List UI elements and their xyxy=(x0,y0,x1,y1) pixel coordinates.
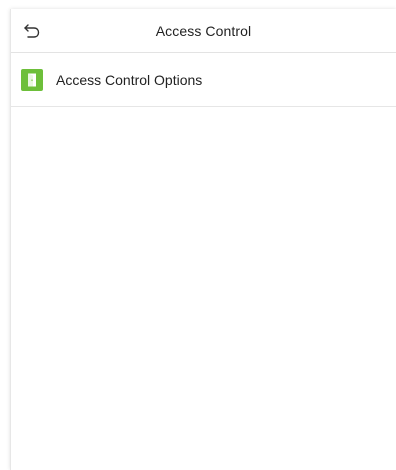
menu-item-label: Access Control Options xyxy=(56,71,203,88)
door-icon xyxy=(21,68,43,91)
header-bar: Access Control xyxy=(11,9,396,53)
access-control-screen: Access Control Access Control Options xyxy=(10,9,396,470)
menu-item-access-control-options[interactable]: Access Control Options xyxy=(11,53,396,107)
back-arrow-icon xyxy=(24,24,40,38)
page-title: Access Control xyxy=(155,22,252,39)
back-button[interactable] xyxy=(19,18,45,44)
